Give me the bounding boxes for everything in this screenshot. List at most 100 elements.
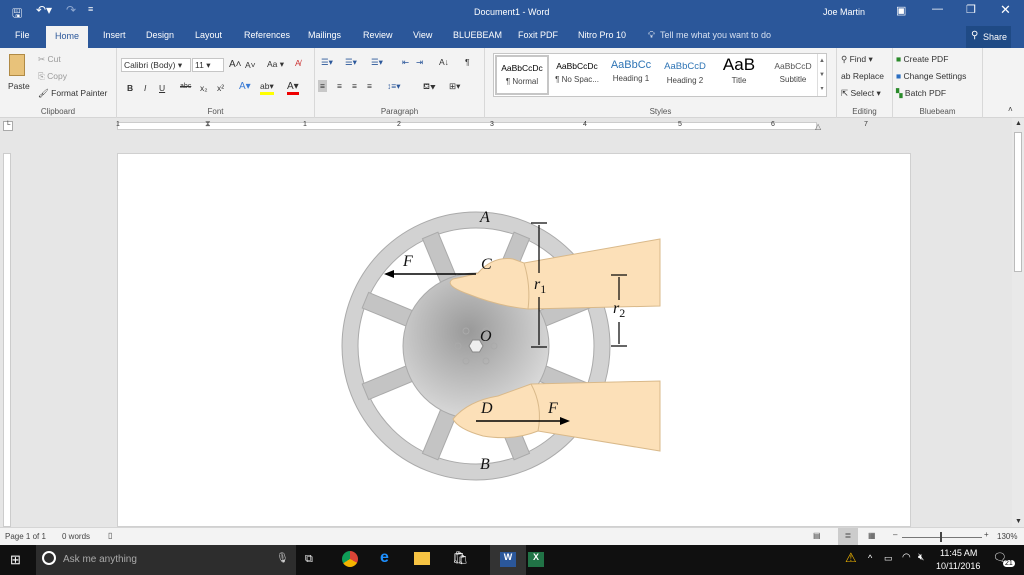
share-button[interactable]: ⚲ Share xyxy=(966,26,1011,48)
pilcrow-icon[interactable]: ¶ xyxy=(465,57,470,67)
select-button[interactable]: ⇱ Select ▾ xyxy=(841,88,881,99)
tab-design[interactable]: Design xyxy=(146,30,174,40)
change-case-button[interactable]: Aa ▾ xyxy=(267,59,284,70)
justify-icon[interactable]: ≡ xyxy=(367,81,372,91)
tab-selector[interactable]: └ xyxy=(3,121,13,131)
microphone-icon[interactable]: 🎙︎ xyxy=(276,553,289,564)
vertical-scrollbar[interactable]: ▲ ▼ xyxy=(1012,118,1024,527)
superscript-button[interactable]: x² xyxy=(217,83,224,93)
ribbon-display-icon[interactable]: ▣ xyxy=(896,4,906,17)
underline-button[interactable]: U xyxy=(159,83,165,93)
tab-references[interactable]: References xyxy=(244,30,290,40)
tab-home[interactable]: Home xyxy=(46,26,89,48)
highlight-icon[interactable]: ab▾ xyxy=(260,81,274,95)
shrink-font-button[interactable]: A˅ xyxy=(245,60,256,70)
print-layout-icon[interactable]: ≣ xyxy=(838,528,858,545)
excel-icon[interactable]: X xyxy=(528,552,544,567)
show-hidden-icons[interactable]: ^ xyxy=(868,553,872,563)
style-title[interactable]: AaB Title xyxy=(712,55,766,95)
battery-icon[interactable]: ▭ xyxy=(884,553,893,564)
vertical-ruler[interactable] xyxy=(0,140,14,527)
find-button[interactable]: ⚲ Find ▾ xyxy=(841,54,873,65)
page-count[interactable]: Page 1 of 1 xyxy=(5,532,46,541)
strikethrough-button[interactable]: abc xyxy=(180,83,191,90)
tab-nitro-pro[interactable]: Nitro Pro 10 xyxy=(578,30,626,40)
document-page[interactable]: A B C D O F F r1 r2 xyxy=(117,153,911,527)
indent-marker[interactable]: ⧗ xyxy=(205,119,211,129)
wifi-icon[interactable]: ◠ xyxy=(902,552,911,563)
font-color-icon[interactable]: A▾ xyxy=(287,81,299,95)
cortana-search-box[interactable]: Ask me anything 🎙︎ xyxy=(36,545,296,575)
word-count[interactable]: 0 words xyxy=(62,532,90,541)
read-mode-icon[interactable]: ▤ xyxy=(813,531,821,540)
subscript-button[interactable]: x₂ xyxy=(200,83,208,93)
tab-file[interactable]: File xyxy=(15,30,30,40)
grow-font-button[interactable]: A˄ xyxy=(229,59,242,70)
scrollbar-thumb[interactable] xyxy=(1014,132,1022,272)
tab-insert[interactable]: Insert xyxy=(103,30,126,40)
scroll-up-icon[interactable]: ▲ xyxy=(1015,120,1022,127)
user-name[interactable]: Joe Martin xyxy=(823,7,865,17)
customize-qat-icon[interactable]: ≡ xyxy=(88,4,93,14)
change-settings-button[interactable]: ■ Change Settings xyxy=(896,71,966,81)
zoom-slider[interactable] xyxy=(902,537,982,538)
align-left-icon[interactable]: ≡ xyxy=(318,80,327,92)
font-size-select[interactable]: 11 ▾ xyxy=(192,58,224,72)
tab-layout[interactable]: Layout xyxy=(195,30,222,40)
align-center-icon[interactable]: ≡ xyxy=(337,81,342,91)
format-painter-button[interactable]: 🖌︎ Format Painter xyxy=(38,88,107,99)
file-explorer-icon[interactable] xyxy=(414,552,430,565)
style-heading-1[interactable]: AaBbCc Heading 1 xyxy=(604,55,658,95)
redo-icon[interactable]: ↷ xyxy=(66,3,76,17)
undo-icon[interactable]: ↶▾ xyxy=(36,3,52,17)
cut-button[interactable]: ✂ Cut xyxy=(38,54,61,65)
replace-button[interactable]: ab Replace xyxy=(841,71,884,81)
italic-button[interactable]: I xyxy=(144,83,146,93)
line-spacing-icon[interactable]: ↕≡▾ xyxy=(387,81,400,92)
warning-icon[interactable]: ⚠ xyxy=(845,550,857,566)
align-right-icon[interactable]: ≡ xyxy=(352,81,357,91)
edge-icon[interactable]: e xyxy=(380,549,389,567)
numbering-icon[interactable]: ☰▾ xyxy=(345,57,357,68)
copy-button[interactable]: ⎘ Copy xyxy=(38,71,67,82)
borders-icon[interactable]: ⊞▾ xyxy=(449,81,460,92)
tell-me-search[interactable]: Tell me what you want to do xyxy=(660,30,771,40)
tab-foxit-pdf[interactable]: Foxit PDF xyxy=(518,30,558,40)
volume-muted-icon[interactable]: 🔇︎ xyxy=(918,552,924,563)
zoom-in-button[interactable]: + xyxy=(984,530,989,539)
minimize-icon[interactable]: — xyxy=(932,3,943,15)
batch-pdf-button[interactable]: ▚ Batch PDF xyxy=(896,88,946,99)
multilevel-list-icon[interactable]: ☰▾ xyxy=(371,57,383,68)
clock-time[interactable]: 11:45 AM xyxy=(940,548,977,558)
bold-button[interactable]: B xyxy=(127,83,133,93)
paste-button[interactable]: Paste xyxy=(6,54,30,98)
bullets-icon[interactable]: ☰▾ xyxy=(321,57,333,68)
clear-formatting-icon[interactable]: A̸ xyxy=(295,58,301,68)
chrome-icon[interactable] xyxy=(342,551,358,567)
proofing-icon[interactable]: ▯ xyxy=(108,531,112,540)
horizontal-ruler[interactable]: └ 1 1 2 3 4 5 6 7 ⧗ △ xyxy=(0,118,1012,134)
save-icon[interactable]: 🖫 xyxy=(12,4,22,25)
sort-icon[interactable]: A↓ xyxy=(439,57,449,67)
right-indent-marker[interactable]: △ xyxy=(815,122,821,131)
tab-review[interactable]: Review xyxy=(363,30,393,40)
tab-view[interactable]: View xyxy=(413,30,432,40)
tab-bluebeam[interactable]: BLUEBEAM xyxy=(453,30,502,40)
style-heading-2[interactable]: AaBbCcD Heading 2 xyxy=(658,55,712,95)
zoom-slider-thumb[interactable] xyxy=(940,532,942,542)
scroll-down-icon[interactable]: ▼ xyxy=(1015,518,1022,525)
web-layout-icon[interactable]: ▦ xyxy=(868,531,876,540)
store-icon[interactable]: 🛍︎ xyxy=(452,550,469,566)
restore-icon[interactable]: ❐ xyxy=(966,3,976,16)
style-normal[interactable]: AaBbCcDc ¶ Normal xyxy=(495,55,549,95)
collapse-ribbon-icon[interactable]: ˄ xyxy=(1008,105,1013,114)
zoom-level[interactable]: 130% xyxy=(997,532,1017,541)
create-pdf-button[interactable]: ■ Create PDF xyxy=(896,54,948,64)
style-no-spacing[interactable]: AaBbCcDc ¶ No Spac... xyxy=(550,55,604,95)
text-effects-icon[interactable]: A▾ xyxy=(239,81,251,92)
style-subtitle[interactable]: AaBbCcD Subtitle xyxy=(766,55,820,95)
zoom-out-button[interactable]: – xyxy=(893,530,897,539)
font-name-select[interactable]: Calibri (Body) ▾ xyxy=(121,58,191,72)
decrease-indent-icon[interactable]: ⇤ xyxy=(402,57,409,68)
word-taskbar-button[interactable]: W xyxy=(490,545,526,575)
